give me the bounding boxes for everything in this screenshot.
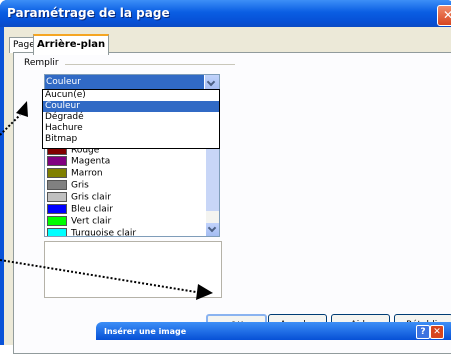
- dropdown-item[interactable]: Hachure: [43, 123, 219, 134]
- dropdown-item[interactable]: Dégradé: [43, 112, 219, 123]
- list-item[interactable]: Gris: [47, 180, 89, 191]
- color-swatch: [47, 180, 67, 190]
- insert-image-window-titlebar[interactable]: Insérer une image ? ✕: [96, 322, 451, 340]
- dropdown-item[interactable]: Bitmap: [43, 134, 219, 145]
- color-swatch: [47, 204, 67, 214]
- list-item[interactable]: Marron: [47, 168, 103, 179]
- chevron-down-icon: [206, 77, 216, 87]
- list-item[interactable]: Magenta: [47, 156, 110, 167]
- close-icon: ✕: [442, 8, 451, 22]
- close-button[interactable]: ✕: [437, 5, 451, 26]
- preview-box: [44, 241, 222, 298]
- dropdown-button[interactable]: [204, 75, 219, 90]
- insert-image-title: Insérer une image: [104, 327, 187, 336]
- color-swatch: [47, 192, 67, 202]
- color-swatch: [47, 228, 67, 236]
- list-item[interactable]: Gris clair: [47, 192, 111, 203]
- scroll-thumb[interactable]: [206, 141, 219, 211]
- list-scrollbar[interactable]: [206, 141, 219, 236]
- dropdown-item-selected[interactable]: Couleur: [43, 101, 219, 112]
- dropdown-item[interactable]: Aucun(e): [43, 90, 219, 101]
- color-swatch: [47, 216, 67, 226]
- fill-type-value: Couleur: [46, 77, 81, 87]
- dialog-title: Paramétrage de la page: [7, 6, 170, 20]
- list-item[interactable]: Turquoise clair: [47, 228, 136, 236]
- help-icon[interactable]: ?: [416, 325, 430, 339]
- chevron-down-icon: [207, 223, 217, 233]
- fill-group-label: Remplir: [24, 58, 59, 68]
- scroll-down-button[interactable]: [206, 223, 219, 236]
- color-swatch: [47, 168, 67, 178]
- color-list[interactable]: Rouge Magenta Marron Gris Gris clair Ble…: [44, 140, 220, 237]
- group-divider: [65, 64, 235, 65]
- close-icon[interactable]: ✕: [430, 325, 444, 339]
- color-swatch: [47, 156, 67, 166]
- fill-type-dropdown: Aucun(e) Couleur Dégradé Hachure Bitmap: [42, 89, 220, 149]
- list-item[interactable]: Bleu clair: [47, 204, 113, 215]
- title-bar[interactable]: Paramétrage de la page ✕: [0, 0, 451, 27]
- tab-background[interactable]: Arrière-plan: [33, 34, 110, 55]
- list-item[interactable]: Vert clair: [47, 216, 111, 227]
